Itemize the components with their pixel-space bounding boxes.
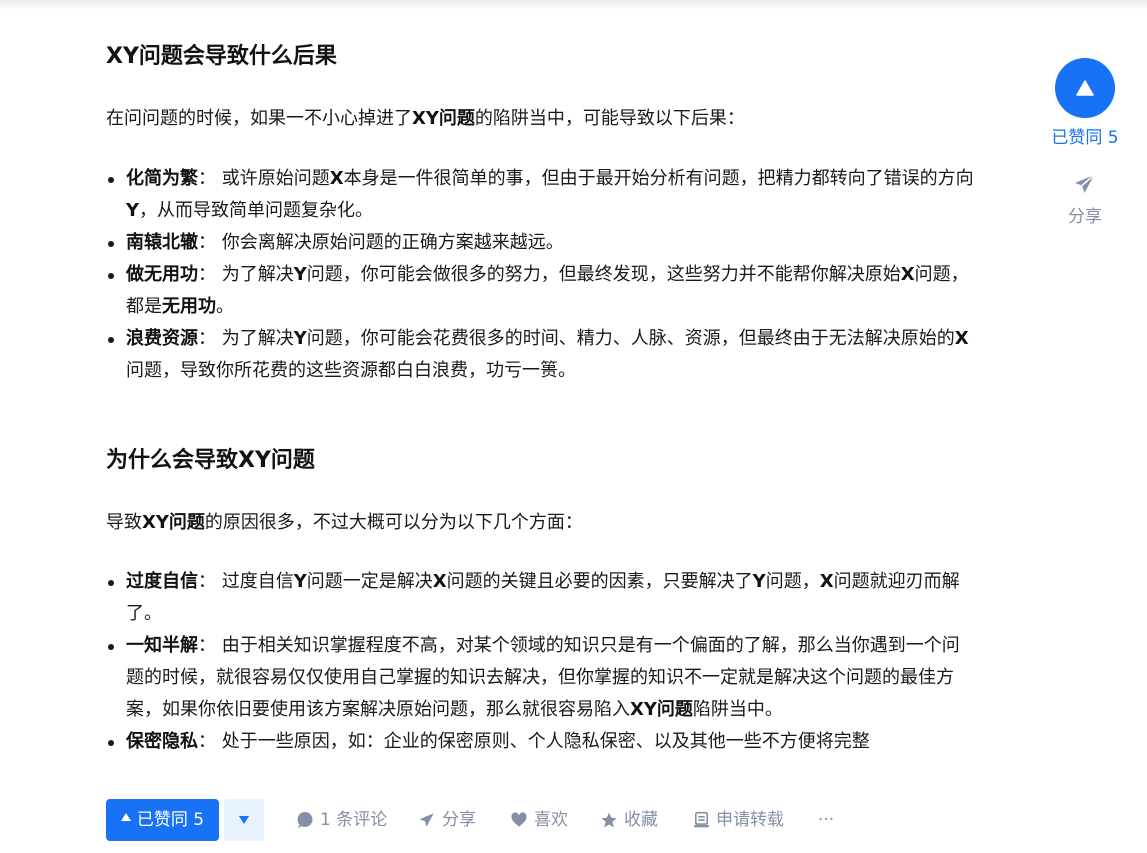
section1-intro: 在问问题的时候，如果一不小心掉进了XY问题的陷阱当中，可能导致以下后果： [106, 103, 745, 135]
bold-text: Y [293, 571, 307, 592]
text-run: 的陷阱当中，可能导致以下后果： [474, 108, 745, 129]
triangle-up-icon [120, 813, 131, 821]
share-button[interactable]: 分享 [418, 799, 476, 841]
star-icon [601, 812, 617, 828]
triangle-down-icon [239, 816, 249, 824]
collect-button[interactable]: 收藏 [600, 799, 658, 841]
list-item: 南辕北辙： 你会离解决原始问题的正确方案越来越远。 [106, 227, 976, 259]
vote-up-button[interactable]: 已赞同 5 [106, 799, 219, 841]
paper-plane-icon[interactable] [1073, 172, 1097, 196]
bold-text: 化简为繁 [126, 168, 198, 189]
bold-text: XY问题 [412, 108, 475, 129]
text-run: ： 你会离解决原始问题的正确方案越来越远。 [198, 232, 564, 253]
causes-list: 过度自信： 过度自信Y问题一定是解决X问题的关键且必要的因素，只要解决了Y问题，… [106, 566, 976, 758]
bold-text: XY问题 [630, 699, 693, 720]
text-run: ： 处于一些原因，如：企业的保密原则、个人隐私保密、以及其他一些不方便将完整 [198, 731, 870, 752]
list-item: 保密隐私： 处于一些原因，如：企业的保密原则、个人隐私保密、以及其他一些不方便将… [106, 726, 976, 758]
section2-intro: 导致XY问题的原因很多，不过大概可以分为以下几个方面： [106, 507, 583, 539]
comment-icon [297, 812, 313, 828]
text-run: 问题，你可能会花费很多的时间、精力、人脉、资源，但最终由于无法解决原始的 [306, 328, 955, 349]
text-run: ： 或许原始问题 [198, 168, 330, 189]
bold-text: X [432, 571, 447, 592]
bold-text: Y [293, 264, 307, 285]
like-label: 喜欢 [534, 810, 568, 830]
text-run: 问题， [765, 571, 820, 592]
bold-text: 过度自信 [126, 571, 198, 592]
comment-button[interactable]: 1 条评论 [296, 799, 387, 841]
bold-text: X [329, 168, 344, 189]
list-item: 化简为繁： 或许原始问题X本身是一件很简单的事，但由于最开始分析有问题，把精力都… [106, 163, 976, 227]
paper-plane-icon [419, 813, 434, 827]
text-run: 陷阱当中。 [692, 699, 783, 720]
bold-text: 做无用功 [126, 264, 198, 285]
text-run: ： 过度自信 [198, 571, 294, 592]
bold-text: 保密隐私 [126, 731, 198, 752]
heart-icon [511, 812, 527, 827]
action-bar: 已赞同 5 1 条评论 分享 喜欢 收藏 申请转载 ··· [106, 799, 1006, 841]
side-vote-label[interactable]: 已赞同 5 [1045, 126, 1125, 150]
bold-text: 浪费资源 [126, 328, 198, 349]
section-heading-causes: 为什么会导致XY问题 [106, 448, 315, 473]
text-run: 在问问题的时候，如果一不小心掉进了 [106, 108, 412, 129]
triangle-up-icon [1076, 80, 1094, 96]
bold-text: 南辕北辙 [126, 232, 198, 253]
section-heading-consequences: XY问题会导致什么后果 [106, 44, 337, 69]
bold-text: 无用功 [162, 296, 216, 317]
side-vote-button[interactable] [1055, 58, 1115, 118]
text-run: ： 为了解决 [198, 328, 294, 349]
text-run: 的原因很多，不过大概可以分为以下几个方面： [204, 512, 583, 533]
top-shadow [0, 0, 1147, 10]
bold-text: 一知半解 [126, 635, 198, 656]
like-button[interactable]: 喜欢 [510, 799, 568, 841]
share-label: 分享 [442, 810, 476, 830]
side-share-label[interactable]: 分享 [1045, 205, 1125, 229]
comment-label: 1 条评论 [320, 810, 388, 830]
repost-label: 申请转载 [716, 810, 784, 830]
bold-text: X [900, 264, 915, 285]
text-run: 。 [216, 296, 234, 317]
consequences-list: 化简为繁： 或许原始问题X本身是一件很简单的事，但由于最开始分析有问题，把精力都… [106, 163, 976, 387]
bold-text: X [819, 571, 834, 592]
bold-text: XY问题 [142, 512, 205, 533]
text-run: 问题的关键且必要的因素，只要解决了 [446, 571, 753, 592]
bold-text: X [954, 328, 969, 349]
vote-down-button[interactable] [224, 799, 264, 841]
bold-text: Y [752, 571, 766, 592]
vote-up-label: 已赞同 5 [136, 810, 205, 830]
text-run: 问题，你可能会做很多的努力，但最终发现，这些努力并不能帮你解决原始 [306, 264, 901, 285]
text-run: ： 为了解决 [198, 264, 294, 285]
text-run: 导致 [106, 512, 142, 533]
list-item: 浪费资源： 为了解决Y问题，你可能会花费很多的时间、精力、人脉、资源，但最终由于… [106, 323, 976, 387]
text-run: 问题，导致你所花费的这些资源都白白浪费，功亏一篑。 [126, 360, 576, 381]
bold-text: Y [126, 200, 140, 221]
list-item: 一知半解： 由于相关知识掌握程度不高，对某个领域的知识只是有一个偏面的了解，那么… [106, 630, 976, 726]
list-item: 做无用功： 为了解决Y问题，你可能会做很多的努力，但最终发现，这些努力并不能帮你… [106, 259, 976, 323]
repost-button[interactable]: 申请转载 [693, 799, 784, 841]
document-icon [694, 811, 709, 828]
collect-label: 收藏 [624, 810, 658, 830]
text-run: ： 由于相关知识掌握程度不高，对某个领域的知识只是有一个偏面的了解，那么当你遇到… [126, 635, 960, 720]
list-item: 过度自信： 过度自信Y问题一定是解决X问题的关键且必要的因素，只要解决了Y问题，… [106, 566, 976, 630]
text-run: ，从而导致简单问题复杂化。 [139, 200, 374, 221]
text-run: 本身是一件很简单的事，但由于最开始分析有问题，把精力都转向了错误的方向 [343, 168, 974, 189]
more-icon: ··· [818, 810, 835, 830]
text-run: 问题一定是解决 [306, 571, 433, 592]
bold-text: Y [293, 328, 307, 349]
more-button[interactable]: ··· [818, 799, 834, 841]
